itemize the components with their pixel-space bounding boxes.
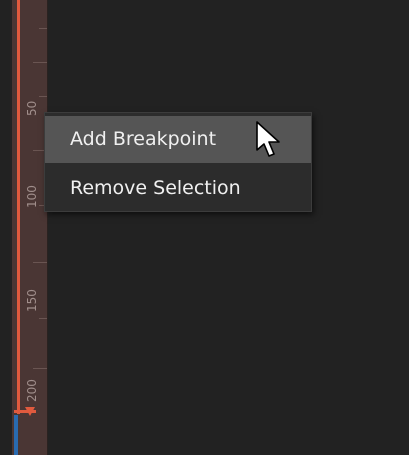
ruler-label-200: 200 xyxy=(25,379,39,402)
track-area[interactable] xyxy=(48,0,409,455)
ruler-tick xyxy=(39,318,47,319)
ruler-label-150: 150 xyxy=(25,289,39,312)
ruler-tick xyxy=(39,96,47,97)
menu-item-remove-selection[interactable]: Remove Selection xyxy=(45,165,311,212)
ruler-tick xyxy=(33,62,47,63)
ruler-tick xyxy=(33,368,47,369)
range-marker-line[interactable] xyxy=(17,0,20,414)
ruler-tick xyxy=(33,262,47,263)
timeline-editor: 50 100 150 200 Add Breakpoint Remove Sel… xyxy=(0,0,409,455)
playhead-line[interactable] xyxy=(14,415,18,455)
ruler-tick xyxy=(39,28,47,29)
triangle-down-icon xyxy=(25,407,35,416)
ruler-label-50: 50 xyxy=(25,100,39,116)
arrow-pointer-icon xyxy=(256,121,280,157)
ruler-label-100: 100 xyxy=(25,185,39,208)
